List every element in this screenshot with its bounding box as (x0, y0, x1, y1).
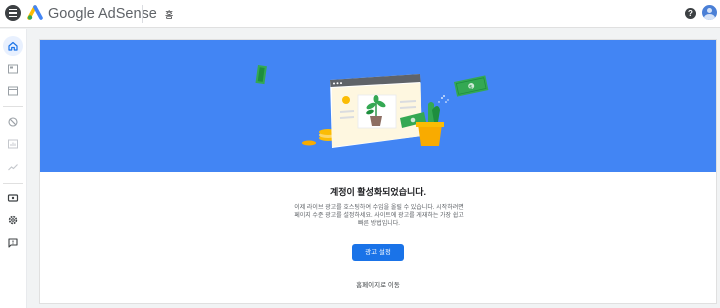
menu-icon-line (9, 8, 17, 11)
avatar-body (704, 14, 715, 20)
header-divider (142, 5, 143, 23)
go-to-home-link[interactable]: 홈페이지로 이동 (40, 279, 716, 289)
sidebar-item-reports[interactable] (3, 134, 23, 154)
activation-title: 계정이 활성화되었습니다. (329, 187, 427, 197)
help-icon[interactable]: ? (685, 8, 696, 19)
blocking-icon (8, 117, 18, 127)
activation-card: $ 계정이 활성화되었습니다. 이제 라이브 광고를 호스팅하여 수입을 올릴 … (39, 39, 717, 304)
ads-icon (8, 64, 18, 74)
sidebar-item-blocking[interactable] (3, 112, 23, 132)
main-menu-button[interactable] (5, 5, 21, 21)
adsense-logo-icon[interactable] (27, 5, 44, 20)
side-navigation (0, 29, 27, 308)
account-avatar[interactable] (702, 5, 717, 20)
feedback-icon (8, 238, 18, 248)
top-app-bar: Google AdSense 홈 ? (0, 0, 720, 28)
sparkle-dots (443, 95, 449, 101)
sidebar-item-sites[interactable] (3, 81, 23, 101)
page-title: 홈 (165, 10, 174, 20)
sidebar-item-settings[interactable] (3, 210, 23, 230)
payments-icon (7, 194, 19, 202)
sidebar-item-home[interactable] (3, 36, 23, 56)
settings-icon (8, 215, 18, 225)
sidebar-item-feedback[interactable] (3, 233, 23, 253)
floating-bill-right: $ (454, 75, 489, 97)
activation-description: 이제 라이브 광고를 호스팅하여 수입을 올릴 수 있습니다. 시작하려면 페이… (294, 205, 464, 227)
account-activated-illustration: $ (255, 65, 489, 148)
hero-banner: $ (40, 40, 716, 172)
menu-icon-line (9, 15, 17, 18)
reports-icon (8, 139, 18, 149)
floating-bill-left (255, 65, 267, 85)
sidebar-item-ads[interactable] (3, 59, 23, 79)
sidebar-item-payments[interactable] (3, 188, 23, 208)
menu-icon-line (9, 12, 17, 14)
product-name: Google AdSense (48, 6, 157, 22)
sidebar-divider (3, 183, 23, 184)
sites-icon (8, 86, 18, 96)
sidebar-divider (3, 106, 23, 107)
set-up-ads-button[interactable]: 광고 설정 (352, 244, 404, 261)
home-icon (8, 41, 18, 51)
avatar-head (707, 8, 712, 13)
trending-icon (8, 164, 18, 171)
sidebar-item-trending[interactable] (3, 157, 23, 177)
